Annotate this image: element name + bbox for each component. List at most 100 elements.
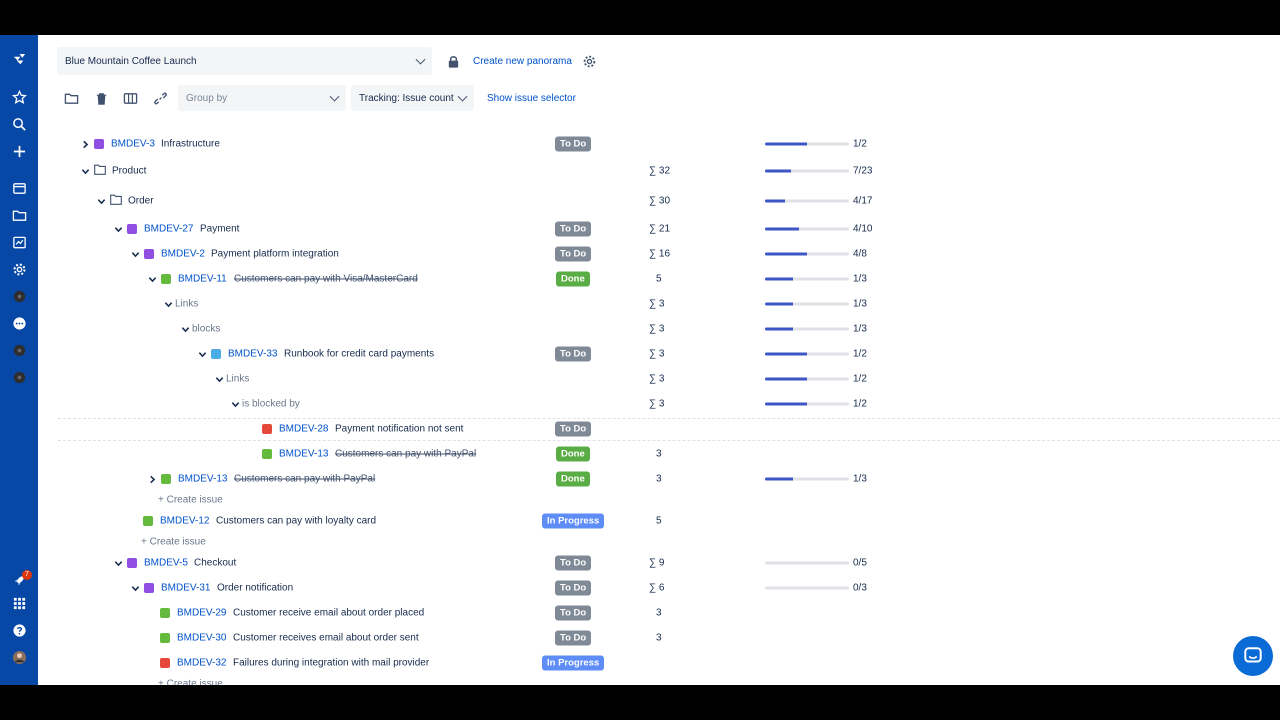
link-icon[interactable] [151,89,169,107]
issue-summary[interactable]: Customers can pay with loyalty card [216,516,376,527]
table-row: + Create issue [38,673,1280,686]
chevron-down-icon[interactable] [197,349,207,359]
structure-selector[interactable]: Blue Mountain Coffee Launch [57,47,432,75]
epic-type-icon [127,558,137,568]
table-row: Product ∑ 32 7/23 [38,160,1280,182]
create-panorama-link[interactable]: Create new panorama [473,56,572,67]
status-badge: Done [556,446,590,462]
issue-key[interactable]: BMDEV-33 [228,349,277,360]
avatar[interactable] [8,646,30,668]
issue-key[interactable]: BMDEV-12 [160,516,209,527]
issue-summary[interactable]: Customer receives email about order sent [233,633,419,644]
issue-key[interactable]: BMDEV-28 [279,424,328,435]
create-issue-link[interactable]: + Create issue [158,495,223,506]
app-circle-icon[interactable] [8,339,30,361]
issue-summary[interactable]: Customer receive email about order place… [233,608,424,619]
issue-key[interactable]: BMDEV-11 [178,274,227,285]
chevron-down-icon[interactable] [80,166,90,176]
issue-summary[interactable]: Failures during integration with mail pr… [233,658,429,669]
issue-key[interactable]: BMDEV-13 [279,449,328,460]
progress-label: 0/5 [853,557,867,569]
board-icon[interactable] [8,177,30,199]
chevron-down-icon[interactable] [96,196,106,206]
chevron-down-icon[interactable] [113,224,123,234]
progress-bar [765,142,849,146]
chevron-down-icon[interactable] [230,399,240,409]
gear-icon[interactable] [8,258,30,280]
issue-key[interactable]: BMDEV-5 [144,558,188,569]
columns-icon[interactable] [121,89,139,107]
table-row: BMDEV-11 Customers can pay with Visa/Mast… [38,268,1280,290]
chevron-down-icon[interactable] [113,558,123,568]
estimate-value: 5 [656,273,662,285]
story-type-icon [161,274,171,284]
progress-bar [765,561,849,565]
trash-icon[interactable] [92,89,110,107]
progress-label: 1/3 [853,323,867,335]
story-type-icon [161,474,171,484]
tracking-select[interactable]: Tracking: Issue count [351,85,474,111]
progress-bar [765,169,849,173]
chevron-right-icon[interactable] [147,474,157,484]
app-circle-icon[interactable] [8,366,30,388]
chat-launcher-button[interactable] [1233,636,1273,676]
settings-gear-icon[interactable] [580,52,598,70]
chevron-right-icon[interactable] [80,139,90,149]
tracking-label: Tracking: Issue count [359,92,454,104]
issue-summary[interactable]: Infrastructure [161,139,220,150]
issue-summary[interactable]: Payment notification not sent [335,424,463,435]
chevron-down-icon[interactable] [147,274,157,284]
issue-summary[interactable]: Runbook for credit card payments [284,349,434,360]
search-icon[interactable] [8,113,30,135]
chevron-down-icon[interactable] [130,249,140,259]
progress-bar [765,302,849,306]
folder-add-icon[interactable] [62,89,80,107]
epic-type-icon [144,583,154,593]
issue-summary[interactable]: Payment [200,224,239,235]
status-badge: To Do [555,136,592,152]
estimate-value: ∑ 6 [649,582,665,594]
table-row: BMDEV-12 Customers can pay with loyalty c… [38,510,1280,532]
app-circle-icon[interactable] [8,285,30,307]
issue-summary[interactable]: Customers can pay with PayPal [234,474,375,485]
issue-key[interactable]: BMDEV-13 [178,474,227,485]
table-row: BMDEV-28 Payment notification not sent To … [38,418,1280,440]
show-issue-selector-link[interactable]: Show issue selector [487,93,576,104]
issue-key[interactable]: BMDEV-32 [177,658,226,669]
issue-key[interactable]: BMDEV-30 [177,633,226,644]
issue-summary[interactable]: Payment platform integration [211,249,339,260]
chevron-down-icon [457,91,468,102]
star-icon[interactable] [8,86,30,108]
reports-icon[interactable] [8,231,30,253]
progress-bar [765,586,849,590]
help-icon[interactable] [8,619,30,641]
create-issue-link[interactable]: + Create issue [141,537,206,548]
issue-key[interactable]: BMDEV-31 [161,583,210,594]
progress-label: 1/2 [853,348,867,360]
issue-summary[interactable]: Customers can pay with PayPal [335,449,476,460]
issue-summary[interactable]: Checkout [194,558,236,569]
lock-icon[interactable] [444,52,462,70]
issue-summary[interactable]: Order notification [217,583,293,594]
chevron-down-icon[interactable] [214,374,224,384]
issue-key[interactable]: BMDEV-2 [161,249,205,260]
issue-summary[interactable]: Customers can pay with Visa/MasterCard [234,274,418,285]
progress-fill [765,377,807,381]
create-plus-icon[interactable] [8,140,30,162]
progress-label: 1/3 [853,273,867,285]
chevron-down-icon[interactable] [180,324,190,334]
app-switcher-icon[interactable] [8,592,30,614]
chevron-down-icon[interactable] [163,299,173,309]
issue-key[interactable]: BMDEV-27 [144,224,193,235]
issue-key[interactable]: BMDEV-3 [111,139,155,150]
jira-logo-icon[interactable] [8,49,30,71]
create-issue-link[interactable]: + Create issue [158,679,223,686]
table-row: Links ∑ 3 1/2 [38,368,1280,390]
table-row: BMDEV-31 Order notification To Do ∑ 6 0/3 [38,577,1280,599]
issue-key[interactable]: BMDEV-29 [177,608,226,619]
estimate-value: ∑ 3 [649,398,665,410]
chat-app-icon[interactable] [8,312,30,334]
chevron-down-icon[interactable] [130,583,140,593]
folder-icon[interactable] [8,204,30,226]
group-by-select[interactable]: Group by [178,85,346,111]
